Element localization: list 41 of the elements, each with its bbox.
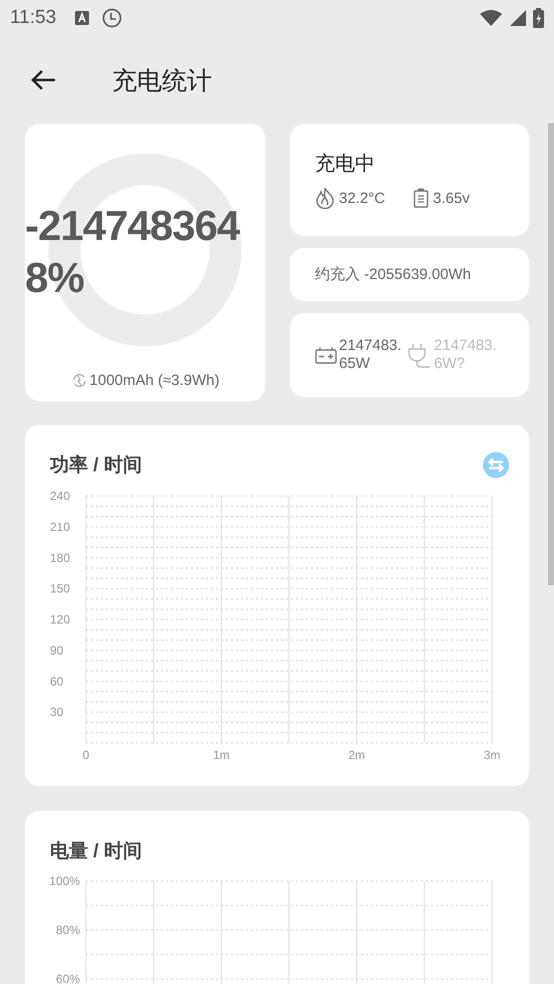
battery-capacity: 1000mAh (≈3.9Wh) [90,372,220,389]
power-value: 2147483.6W? [434,337,498,373]
charged-energy: 约充入 -2055639.00Wh [315,265,471,284]
charging-state: 充电中 [315,152,376,177]
battery-plus-icon [315,346,337,364]
x-axis-label: 2m [348,748,365,762]
temperature: 32.2°C [339,190,386,206]
chart-title: 电量 / 时间 [50,840,142,864]
y-axis-label: 240 [50,489,70,503]
battery-icon [413,188,430,208]
clock-icon [102,8,122,28]
battery-percent: -2147483648% [25,201,241,303]
x-axis-label: 0 [82,748,90,762]
y-axis-label: 100% [49,875,80,888]
y-axis-label: 60 [50,674,64,688]
scrollbar[interactable] [548,123,554,585]
y-axis-label: 60% [56,972,80,984]
y-axis-label: 180 [50,550,70,565]
voltage: 3.65v [433,190,470,206]
x-axis-label: 1m [213,748,230,762]
page-title: 充电统计 [112,66,212,96]
cycle-icon [70,372,88,389]
swap-button[interactable] [483,452,509,478]
status-time: 11:53 [10,7,56,29]
y-axis-label: 210 [50,520,70,534]
x-axis-label: 3m [484,748,500,762]
plug-icon [406,342,432,368]
flame-icon [315,187,335,209]
y-axis-label: 80% [56,923,80,937]
power-value: 2147483.65W [339,337,403,373]
y-axis-label: 30 [50,705,64,720]
y-axis-label: 120 [50,612,70,626]
swap-icon [483,452,509,478]
battery-charging-icon [533,8,544,28]
chart-title: 功率 / 时间 [50,454,142,478]
keyboard-icon [74,10,90,26]
y-axis-label: 150 [50,582,70,596]
y-axis-label: 90 [50,643,64,658]
wifi-icon [479,9,503,27]
back-arrow-icon [30,69,56,91]
signal-icon [509,9,527,27]
